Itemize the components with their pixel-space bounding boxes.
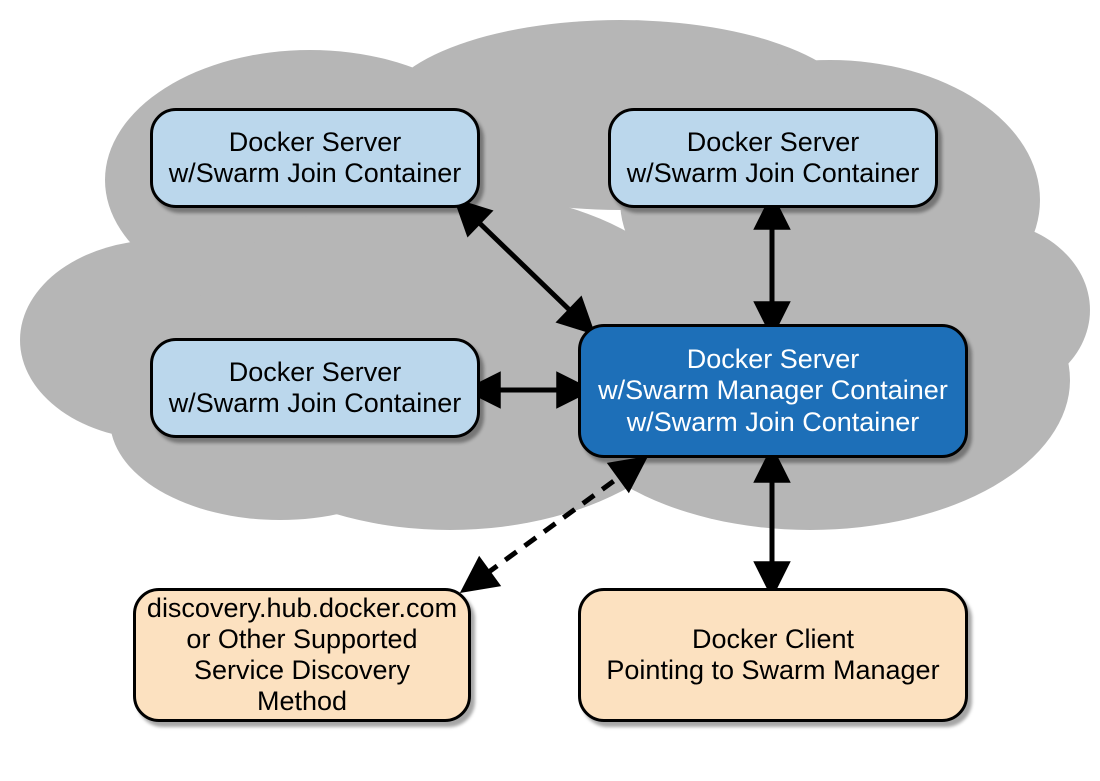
node-line: w/Swarm Join Container — [627, 158, 920, 189]
node-line: Docker Server — [687, 127, 860, 158]
node-docker-server-worker-3: Docker Server w/Swarm Join Container — [150, 338, 480, 438]
node-docker-server-worker-2: Docker Server w/Swarm Join Container — [608, 108, 938, 208]
node-docker-client: Docker Client Pointing to Swarm Manager — [578, 588, 968, 722]
node-docker-server-manager: Docker Server w/Swarm Manager Container … — [578, 324, 968, 458]
node-line: discovery.hub.docker.com — [147, 593, 457, 624]
node-line: Docker Server — [229, 357, 402, 388]
node-line: w/Swarm Join Container — [169, 388, 462, 419]
node-line: w/Swarm Join Container — [169, 158, 462, 189]
node-line: Service Discovery Method — [146, 655, 458, 717]
node-line: Pointing to Swarm Manager — [606, 655, 939, 686]
node-line: w/Swarm Join Container — [627, 407, 920, 438]
node-line: Docker Client — [692, 624, 854, 655]
node-docker-server-worker-1: Docker Server w/Swarm Join Container — [150, 108, 480, 208]
diagram-stage: Docker Server w/Swarm Join Container Doc… — [0, 0, 1100, 781]
node-line: Docker Server — [687, 344, 860, 375]
node-line: Docker Server — [229, 127, 402, 158]
node-line: or Other Supported — [186, 624, 417, 655]
node-line: w/Swarm Manager Container — [598, 375, 948, 406]
node-service-discovery: discovery.hub.docker.com or Other Suppor… — [133, 588, 471, 722]
